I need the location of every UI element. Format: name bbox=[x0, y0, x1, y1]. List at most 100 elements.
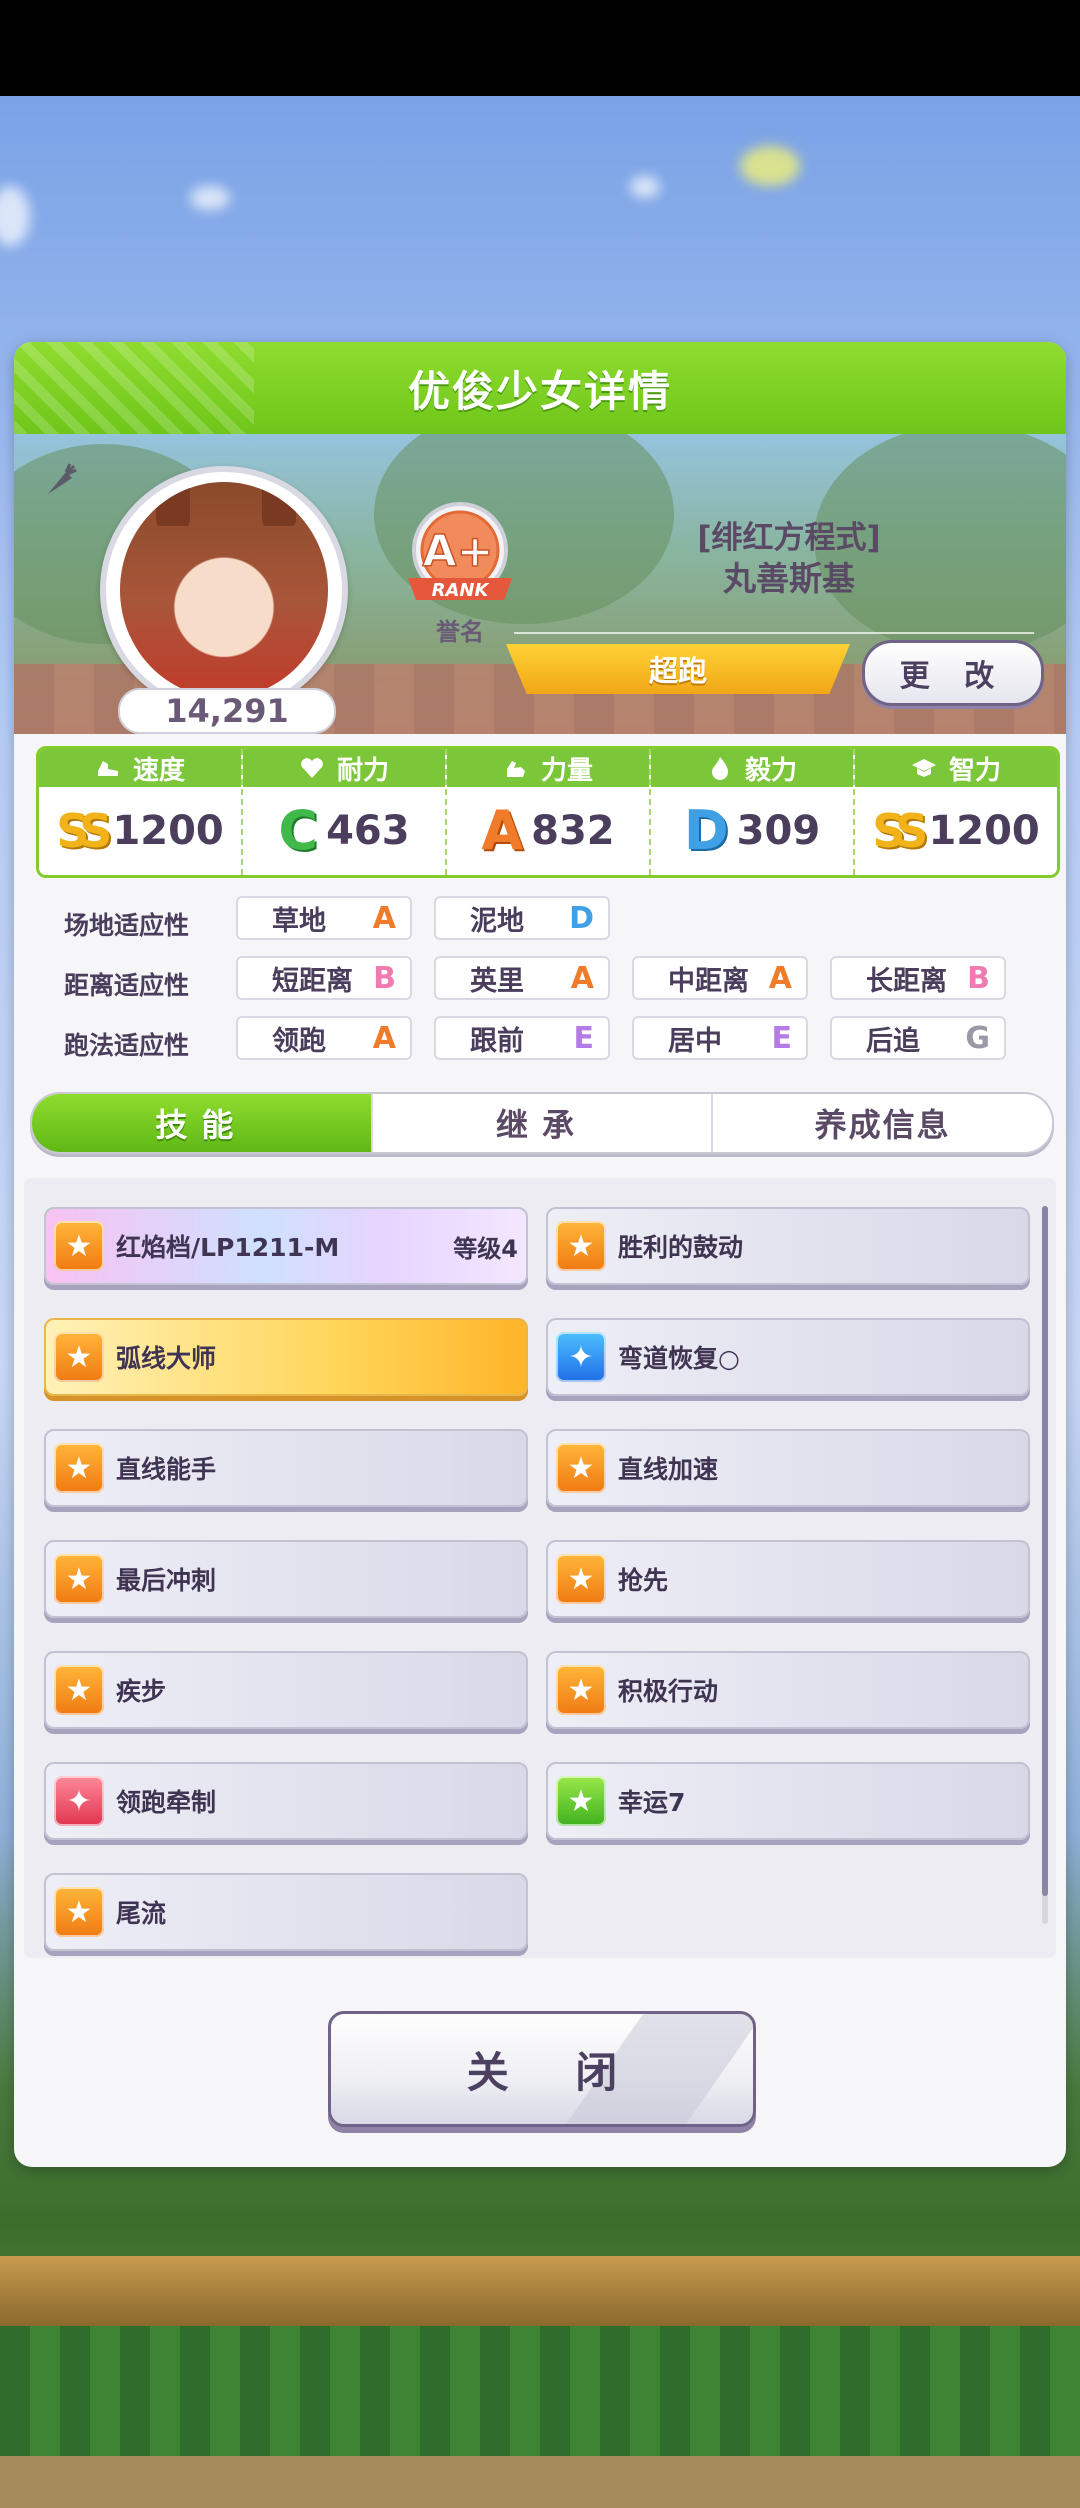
skill-card[interactable]: ★ 最后冲刺 bbox=[44, 1540, 528, 1618]
skill-card[interactable]: ✦ 弯道恢复○ bbox=[546, 1318, 1030, 1396]
bg-track bbox=[0, 2456, 1080, 2508]
character-avatar[interactable] bbox=[100, 466, 348, 714]
bg-sparkle bbox=[190, 186, 230, 210]
skill-name: 幸运7 bbox=[618, 1788, 686, 1817]
skill-name: 疾步 bbox=[116, 1677, 167, 1706]
rank-badge-sub: RANK bbox=[432, 580, 491, 601]
avatar-portrait bbox=[120, 482, 328, 698]
skill-card[interactable]: ★ 胜利的鼓动 bbox=[546, 1207, 1030, 1285]
close-button[interactable]: 关 闭 bbox=[328, 2011, 756, 2127]
stat-label: 力量 bbox=[540, 755, 593, 786]
rank-badge[interactable]: A+ RANK bbox=[402, 500, 518, 610]
skill-name: 直线能手 bbox=[116, 1455, 217, 1484]
stat-label: 毅力 bbox=[744, 755, 797, 786]
runner-icon: ★ bbox=[54, 1332, 104, 1382]
carrot-icon bbox=[48, 463, 77, 494]
aptitude-label: 场地适应性 bbox=[64, 911, 190, 940]
aptitude-name: 领跑 bbox=[272, 1025, 326, 1057]
skill-name: 积极行动 bbox=[618, 1677, 719, 1706]
skill-list-scrollbar[interactable] bbox=[1042, 1206, 1048, 1924]
stat-label: 耐力 bbox=[336, 755, 389, 786]
rank-badge-text: A+ bbox=[423, 526, 494, 577]
skill-card[interactable]: ★ 抢先 bbox=[546, 1540, 1030, 1618]
aptitude-row-track: 场地适应性 草地 A 泥地 D bbox=[14, 896, 1066, 944]
skill-card[interactable]: ★ 红焰档/LP1211-M 等级4 bbox=[44, 1207, 528, 1285]
skill-card[interactable]: ★ 尾流 bbox=[44, 1873, 528, 1951]
aptitude-chip: 长距离 B bbox=[830, 956, 1006, 1000]
aptitude-label: 距离适应性 bbox=[64, 971, 190, 1000]
aptitude-name: 后追 bbox=[866, 1025, 920, 1057]
aptitude-name: 中距离 bbox=[668, 965, 749, 997]
skill-card[interactable]: ★ 幸运7 bbox=[546, 1762, 1030, 1840]
aptitude-chip: 泥地 D bbox=[434, 896, 610, 940]
tab-training-info[interactable]: 养成信息 bbox=[713, 1094, 1052, 1152]
aptitude-grade: G bbox=[965, 1020, 990, 1056]
stat-value: 832 bbox=[531, 808, 615, 854]
aptitude-grade: B bbox=[967, 960, 990, 996]
change-button[interactable]: 更 改 bbox=[862, 640, 1044, 706]
stat-value: 463 bbox=[326, 808, 410, 854]
skill-name: 胜利的鼓动 bbox=[618, 1233, 744, 1262]
stat-value: 1200 bbox=[928, 808, 1040, 854]
heart-icon bbox=[301, 758, 323, 778]
aptitude-name: 英里 bbox=[470, 965, 524, 997]
stat-stamina: 耐力 C 463 bbox=[243, 749, 447, 875]
running-style-ribbon: 超跑 bbox=[506, 644, 850, 694]
aptitude-grade: E bbox=[771, 1020, 793, 1056]
character-name: 丸善斯基 bbox=[723, 559, 855, 598]
bg-sparkle bbox=[0, 186, 30, 246]
shoe-icon bbox=[97, 761, 118, 776]
sparkle-icon: ✦ bbox=[556, 1332, 606, 1382]
status-bar bbox=[0, 0, 1080, 96]
aptitude-grade: D bbox=[569, 900, 594, 936]
muscle-icon bbox=[506, 761, 525, 777]
skill-card[interactable]: ★ 直线能手 bbox=[44, 1429, 528, 1507]
stat-grade: A bbox=[481, 799, 524, 862]
scroll-thumb[interactable] bbox=[1042, 1206, 1048, 1896]
stat-label: 智力 bbox=[948, 755, 1001, 786]
skill-name: 最后冲刺 bbox=[116, 1566, 217, 1595]
skill-name: 领跑牵制 bbox=[116, 1788, 217, 1817]
aptitude-chip: 跟前 E bbox=[434, 1016, 610, 1060]
tab-skills[interactable]: 技能 bbox=[32, 1094, 373, 1152]
aptitude-name: 居中 bbox=[668, 1025, 722, 1057]
aptitude-label: 跑法适应性 bbox=[64, 1031, 190, 1060]
bg-sparkle bbox=[740, 146, 800, 186]
runner-icon: ★ bbox=[54, 1443, 104, 1493]
stat-guts: 毅力 D 309 bbox=[651, 749, 855, 875]
rank-caption: 誉名 bbox=[436, 618, 484, 646]
aptitude-grade: A bbox=[768, 960, 792, 996]
runner-icon: ★ bbox=[556, 1221, 606, 1271]
runner-icon: ★ bbox=[556, 1443, 606, 1493]
close-button-label: 关 闭 bbox=[466, 2047, 644, 2097]
stat-power: 力量 A 832 bbox=[447, 749, 651, 875]
bg-sparkle bbox=[630, 176, 660, 198]
skill-name: 直线加速 bbox=[618, 1455, 719, 1484]
stat-grade: C bbox=[278, 799, 319, 862]
aptitude-chip: 短距离 B bbox=[236, 956, 412, 1000]
stat-value: 1200 bbox=[112, 808, 224, 854]
skill-name: 弧线大师 bbox=[116, 1344, 217, 1373]
flame-icon bbox=[711, 757, 728, 780]
aptitude-grade: A bbox=[372, 900, 396, 936]
tab-inheritance[interactable]: 继承 bbox=[373, 1094, 714, 1152]
character-epithet: [绯红方程式] bbox=[697, 520, 881, 556]
panel-title: 优俊少女详情 bbox=[407, 366, 672, 416]
character-detail-panel: 优俊少女详情 14,291 A+ RANK 誉名 [绯红方程式] 丸善斯基 超跑… bbox=[14, 342, 1066, 2167]
aptitude-name: 泥地 bbox=[470, 905, 524, 937]
bg-fence bbox=[0, 2256, 1080, 2326]
skill-card[interactable]: ✦ 领跑牵制 bbox=[44, 1762, 528, 1840]
bg-hedge bbox=[0, 2326, 1080, 2456]
skill-name: 弯道恢复○ bbox=[618, 1344, 740, 1373]
runner-icon: ★ bbox=[54, 1554, 104, 1604]
skill-card[interactable]: ★ 弧线大师 bbox=[44, 1318, 528, 1396]
skill-card[interactable]: ★ 疾步 bbox=[44, 1651, 528, 1729]
aptitude-grade: B bbox=[373, 960, 396, 996]
skill-name: 尾流 bbox=[116, 1899, 167, 1928]
skill-card[interactable]: ★ 积极行动 bbox=[546, 1651, 1030, 1729]
skill-card[interactable]: ★ 直线加速 bbox=[546, 1429, 1030, 1507]
runner-icon: ★ bbox=[54, 1221, 104, 1271]
aptitude-name: 跟前 bbox=[470, 1025, 524, 1057]
stat-wisdom: 智力 SS 1200 bbox=[855, 749, 1057, 875]
stat-grade: SS bbox=[56, 804, 112, 858]
